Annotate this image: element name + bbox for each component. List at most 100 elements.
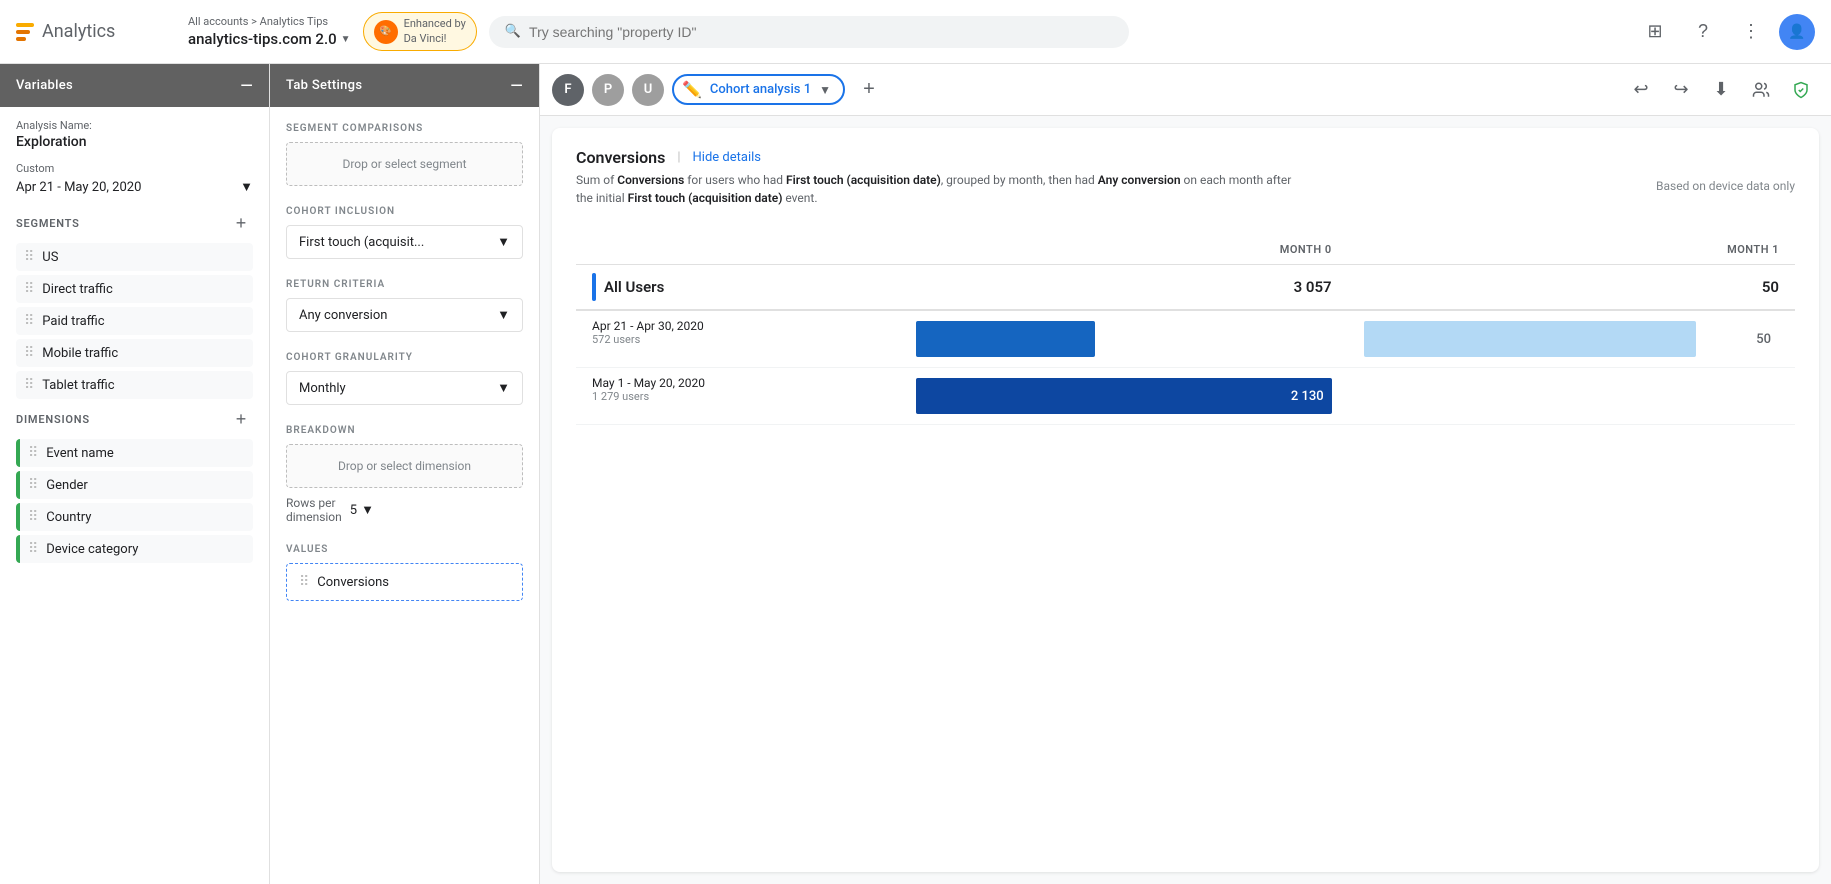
tab-u-button[interactable]: U xyxy=(632,74,664,106)
dimension-list: ⠿ Event name ⠿ Gender ⠿ Country ⠿ Device… xyxy=(16,439,253,563)
return-criteria-dropdown[interactable]: Any conversion ▼ xyxy=(286,298,523,332)
drag-handle-icon: ⠿ xyxy=(28,509,38,525)
variables-panel-content: Analysis Name: Exploration Custom Apr 21… xyxy=(0,107,269,884)
rows-per-label: Rows per dimension xyxy=(286,496,342,524)
segment-comparisons-title: SEGMENT COMPARISONS xyxy=(286,123,523,134)
active-tab[interactable]: ✏️ Cohort analysis 1 ▼ xyxy=(672,74,845,105)
drag-handle-icon: ⠿ xyxy=(28,477,38,493)
cohort-tab-icon: ✏️ xyxy=(682,80,702,99)
cohort-row-may: May 1 - May 20, 2020 1 279 users 2 130 xyxy=(576,368,1795,425)
all-users-month1: 50 xyxy=(1348,265,1795,311)
drag-handle-icon: ⠿ xyxy=(24,345,34,361)
value-label: Conversions xyxy=(317,575,389,590)
analysis-name-value: Exploration xyxy=(16,134,253,150)
drag-handle-icon: ⠿ xyxy=(24,281,34,297)
verified-button[interactable] xyxy=(1783,72,1819,108)
search-input[interactable] xyxy=(529,24,1113,40)
report-title-row: Conversions | Hide details xyxy=(576,148,1795,167)
analytics-logo xyxy=(16,23,34,41)
tab-actions: ↩ ↪ ⬇ xyxy=(1623,72,1819,108)
dimension-item-device[interactable]: ⠿ Device category xyxy=(16,535,253,563)
redo-button[interactable]: ↪ xyxy=(1663,72,1699,108)
segment-drop-zone[interactable]: Drop or select segment xyxy=(286,142,523,186)
cohort-april-month0-cell: 927 xyxy=(900,310,1347,368)
logo-text: Analytics xyxy=(42,21,115,42)
cohort-granularity-title: COHORT GRANULARITY xyxy=(286,352,523,363)
cohort-granularity-section: COHORT GRANULARITY Monthly ▼ xyxy=(286,352,523,405)
cohort-label-april: Apr 21 - Apr 30, 2020 572 users xyxy=(592,319,884,346)
dimension-drop-zone[interactable]: Drop or select dimension xyxy=(286,444,523,488)
hide-details-link[interactable]: Hide details xyxy=(693,150,761,165)
values-item[interactable]: ⠿ Conversions xyxy=(286,563,523,601)
add-dimension-button[interactable]: + xyxy=(229,407,253,431)
cohort-inclusion-title: COHORT INCLUSION xyxy=(286,206,523,217)
breakdown-title: BREAKDOWN xyxy=(286,425,523,436)
account-chevron-icon: ▼ xyxy=(341,34,351,45)
tab-f-button[interactable]: F xyxy=(552,74,584,106)
breadcrumb: All accounts > Analytics Tips xyxy=(188,15,351,28)
cohort-table: MONTH 0 MONTH 1 All Users 3 057 xyxy=(576,235,1795,425)
account-section: All accounts > Analytics Tips analytics-… xyxy=(188,15,351,48)
enhanced-badge[interactable]: 🎨 Enhanced by Da Vinci! xyxy=(363,12,477,51)
logo-bar-3 xyxy=(16,37,26,41)
month1-header: MONTH 1 xyxy=(1348,235,1795,265)
segment-label: Mobile traffic xyxy=(42,346,118,361)
cohort-may-month0-cell: 2 130 xyxy=(900,368,1347,425)
account-name[interactable]: analytics-tips.com 2.0 ▼ xyxy=(188,30,351,48)
rows-per-dimension: Rows per dimension 5 ▼ xyxy=(286,496,523,524)
help-icon-button[interactable]: ? xyxy=(1683,12,1723,52)
segment-comparisons-section: SEGMENT COMPARISONS Drop or select segme… xyxy=(286,123,523,186)
more-options-button[interactable]: ⋮ xyxy=(1731,12,1771,52)
dimension-item-event[interactable]: ⠿ Event name xyxy=(16,439,253,467)
segment-item-paid[interactable]: ⠿ Paid traffic xyxy=(16,307,253,335)
cohort-may-month1-cell xyxy=(1348,368,1795,425)
segment-item-tablet[interactable]: ⠿ Tablet traffic xyxy=(16,371,253,399)
date-selector[interactable]: Apr 21 - May 20, 2020 ▼ xyxy=(16,179,253,195)
dimensions-title: DIMENSIONS xyxy=(16,413,90,426)
dimension-label: Country xyxy=(46,510,91,525)
all-users-row: All Users 3 057 50 xyxy=(576,265,1795,311)
tab-settings-minimize-button[interactable]: — xyxy=(510,76,523,95)
segment-item-mobile[interactable]: ⠿ Mobile traffic xyxy=(16,339,253,367)
tab-bar: F P U ✏️ Cohort analysis 1 ▼ + ↩ ↪ ⬇ xyxy=(540,64,1831,116)
segment-label: Direct traffic xyxy=(42,282,113,297)
drag-handle-icon: ⠿ xyxy=(24,249,34,265)
main-layout: Variables — Analysis Name: Exploration C… xyxy=(0,64,1831,884)
report-title: Conversions xyxy=(576,148,665,167)
variables-minimize-button[interactable]: — xyxy=(240,76,253,95)
search-bar[interactable]: 🔍 xyxy=(489,16,1129,48)
grid-icon-button[interactable]: ⊞ xyxy=(1635,12,1675,52)
dimension-item-gender[interactable]: ⠿ Gender xyxy=(16,471,253,499)
dimension-item-country[interactable]: ⠿ Country xyxy=(16,503,253,531)
report-subtitle: Sum of Conversions for users who had Fir… xyxy=(576,171,1376,207)
drag-handle-icon: ⠿ xyxy=(24,313,34,329)
drag-handle-icon: ⠿ xyxy=(28,541,38,557)
user-avatar[interactable]: 👤 xyxy=(1779,14,1815,50)
breakdown-section: BREAKDOWN Drop or select dimension Rows … xyxy=(286,425,523,524)
tab-settings-title: Tab Settings xyxy=(286,78,362,93)
add-tab-button[interactable]: + xyxy=(853,74,885,106)
all-users-bar xyxy=(592,273,596,301)
return-criteria-value: Any conversion xyxy=(299,308,387,323)
download-button[interactable]: ⬇ xyxy=(1703,72,1739,108)
segment-item-direct[interactable]: ⠿ Direct traffic xyxy=(16,275,253,303)
search-icon: 🔍 xyxy=(505,24,521,39)
undo-button[interactable]: ↩ xyxy=(1623,72,1659,108)
tab-p-button[interactable]: P xyxy=(592,74,624,106)
cohort-inclusion-dropdown[interactable]: First touch (acquisit... ▼ xyxy=(286,225,523,259)
add-segment-button[interactable]: + xyxy=(229,211,253,235)
cohort-inclusion-value: First touch (acquisit... xyxy=(299,235,424,250)
values-section: VALUES ⠿ Conversions xyxy=(286,544,523,601)
segments-section-header: SEGMENTS + xyxy=(16,211,253,235)
rows-value-dropdown[interactable]: 5 ▼ xyxy=(350,502,374,518)
dimension-label: Gender xyxy=(46,478,88,493)
variables-panel-header: Variables — xyxy=(0,64,269,107)
share-button[interactable] xyxy=(1743,72,1779,108)
tab-settings-panel: Tab Settings — SEGMENT COMPARISONS Drop … xyxy=(270,64,540,884)
dimension-label: Event name xyxy=(46,446,114,461)
cohort-granularity-dropdown[interactable]: Monthly ▼ xyxy=(286,371,523,405)
segment-label: US xyxy=(42,250,58,265)
cohort-row-april: Apr 21 - Apr 30, 2020 572 users 927 xyxy=(576,310,1795,368)
tab-settings-header: Tab Settings — xyxy=(270,64,539,107)
segment-item-us[interactable]: ⠿ US xyxy=(16,243,253,271)
